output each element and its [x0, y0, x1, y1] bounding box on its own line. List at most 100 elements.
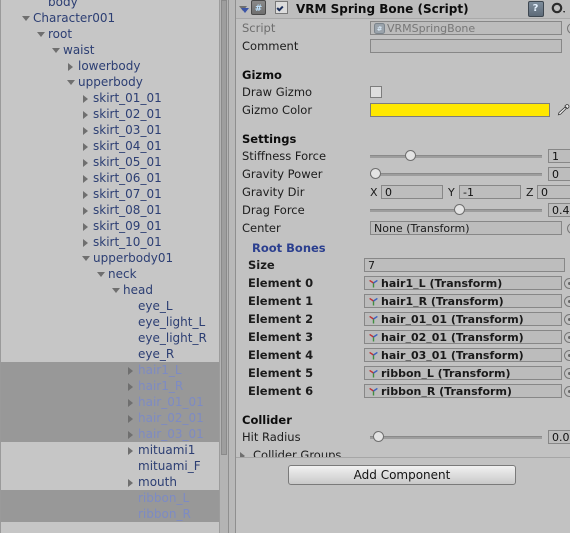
- triangle-right-icon[interactable]: [83, 95, 88, 103]
- comment-input[interactable]: [370, 39, 562, 53]
- triangle-right-icon[interactable]: [83, 207, 88, 215]
- foldout-closed-icon[interactable]: [82, 154, 93, 170]
- component-header[interactable]: VRM Spring Bone (Script): [236, 0, 570, 19]
- gravity-dir-x-input[interactable]: 0: [381, 185, 443, 199]
- foldout-closed-icon[interactable]: [82, 138, 93, 154]
- hierarchy-panel[interactable]: body Character001 root waist lowerbody upperb…: [0, 0, 228, 533]
- hierarchy-item-mouth[interactable]: mouth: [1, 474, 228, 490]
- hierarchy-item-head[interactable]: head: [1, 282, 228, 298]
- stiffness-force-value[interactable]: 1: [548, 149, 570, 163]
- slider-knob[interactable]: [405, 150, 417, 161]
- gear-icon[interactable]: [551, 1, 566, 15]
- slider-knob[interactable]: [453, 204, 465, 215]
- foldout-open-icon[interactable]: [82, 250, 93, 266]
- help-icon[interactable]: [527, 0, 544, 18]
- triangle-down-icon[interactable]: [97, 272, 105, 277]
- hit-radius-slider[interactable]: [370, 431, 542, 442]
- hierarchy-item-hair1_r[interactable]: hair1_R: [1, 378, 228, 394]
- center-object-field[interactable]: None (Transform): [370, 221, 562, 235]
- foldout-closed-icon[interactable]: [127, 410, 138, 426]
- element-object-picker[interactable]: [564, 332, 570, 343]
- hierarchy-item-skirt_10_01[interactable]: skirt_10_01: [1, 234, 228, 250]
- foldout-closed-icon[interactable]: [82, 90, 93, 106]
- hierarchy-item-skirt_09_01[interactable]: skirt_09_01: [1, 218, 228, 234]
- triangle-right-icon[interactable]: [83, 239, 88, 247]
- element-object-field[interactable]: hair1_R (Transform): [364, 294, 562, 308]
- triangle-right-icon[interactable]: [128, 415, 133, 423]
- triangle-right-icon[interactable]: [128, 367, 133, 375]
- foldout-closed-icon[interactable]: [127, 394, 138, 410]
- triangle-right-icon[interactable]: [83, 223, 88, 231]
- foldout-open-icon[interactable]: [97, 266, 108, 282]
- component-enabled-checkbox[interactable]: [274, 1, 288, 14]
- gravity-dir-z-input[interactable]: 0: [537, 185, 570, 199]
- gravity-power-slider[interactable]: [370, 168, 542, 179]
- triangle-right-icon[interactable]: [68, 63, 73, 71]
- triangle-down-icon[interactable]: [52, 48, 60, 53]
- triangle-down-icon[interactable]: [37, 32, 45, 37]
- foldout-closed-icon[interactable]: [67, 58, 78, 74]
- stiffness-force-slider[interactable]: [370, 150, 542, 161]
- triangle-right-icon[interactable]: [83, 175, 88, 183]
- hierarchy-item-ribbon_l[interactable]: ribbon_L: [1, 490, 228, 506]
- drag-force-value[interactable]: 0.4: [548, 203, 570, 217]
- element-object-field[interactable]: hair_01_01 (Transform): [364, 312, 562, 326]
- slider-knob[interactable]: [370, 168, 381, 179]
- slider-knob[interactable]: [373, 431, 385, 442]
- triangle-right-icon[interactable]: [83, 159, 88, 167]
- hierarchy-scrollbar-thumb[interactable]: [221, 0, 227, 455]
- foldout-closed-icon[interactable]: [82, 122, 93, 138]
- triangle-down-icon[interactable]: [82, 256, 90, 261]
- hierarchy-item-skirt_03_01[interactable]: skirt_03_01: [1, 122, 228, 138]
- foldout-open-icon[interactable]: [112, 282, 123, 298]
- hierarchy-item-eye_light_l[interactable]: eye_light_L: [1, 314, 228, 330]
- foldout-closed-icon[interactable]: [82, 106, 93, 122]
- foldout-open-icon[interactable]: [22, 10, 33, 26]
- hierarchy-item-mituami1[interactable]: mituami1: [1, 442, 228, 458]
- hierarchy-item-upperbody01[interactable]: upperbody01: [1, 250, 228, 266]
- triangle-right-icon[interactable]: [128, 479, 133, 487]
- hit-radius-value[interactable]: 0.02: [548, 430, 570, 444]
- foldout-closed-icon[interactable]: [127, 378, 138, 394]
- panel-splitter[interactable]: [228, 0, 236, 533]
- foldout-open-icon[interactable]: [37, 26, 48, 42]
- hierarchy-item-root[interactable]: root: [1, 26, 228, 42]
- triangle-down-icon[interactable]: [112, 288, 120, 293]
- triangle-down-icon[interactable]: [22, 16, 30, 21]
- hierarchy-item-eye_l[interactable]: eye_L: [1, 298, 228, 314]
- element-object-picker[interactable]: [564, 368, 570, 379]
- hierarchy-item-eye_light_r[interactable]: eye_light_R: [1, 330, 228, 346]
- hierarchy-item-lowerbody[interactable]: lowerbody: [1, 58, 228, 74]
- hierarchy-item-upperbody[interactable]: upperbody: [1, 74, 228, 90]
- element-object-picker[interactable]: [564, 296, 570, 307]
- gravity-power-value[interactable]: 0: [548, 167, 570, 181]
- element-object-picker[interactable]: [564, 386, 570, 397]
- element-object-field[interactable]: hair_03_01 (Transform): [364, 348, 562, 362]
- triangle-right-icon[interactable]: [83, 143, 88, 151]
- foldout-closed-icon[interactable]: [127, 442, 138, 458]
- hierarchy-item-skirt_06_01[interactable]: skirt_06_01: [1, 170, 228, 186]
- foldout-closed-icon[interactable]: [82, 234, 93, 250]
- hierarchy-item-skirt_01_01[interactable]: skirt_01_01: [1, 90, 228, 106]
- element-object-picker[interactable]: [564, 350, 570, 361]
- element-object-field[interactable]: ribbon_R (Transform): [364, 384, 562, 398]
- hierarchy-item-hair1_l[interactable]: hair1_L: [1, 362, 228, 378]
- eyedropper-icon[interactable]: [556, 103, 570, 117]
- foldout-open-icon[interactable]: [67, 74, 78, 90]
- hierarchy-item-hair_03_01[interactable]: hair_03_01: [1, 426, 228, 442]
- foldout-closed-icon[interactable]: [82, 186, 93, 202]
- triangle-right-icon[interactable]: [128, 431, 133, 439]
- hierarchy-item-character001[interactable]: Character001: [1, 10, 228, 26]
- hierarchy-item-skirt_08_01[interactable]: skirt_08_01: [1, 202, 228, 218]
- hierarchy-item-eye_r[interactable]: eye_R: [1, 346, 228, 362]
- draw-gizmo-checkbox[interactable]: [370, 86, 382, 98]
- hierarchy-item-waist[interactable]: waist: [1, 42, 228, 58]
- hierarchy-item-skirt_02_01[interactable]: skirt_02_01: [1, 106, 228, 122]
- foldout-closed-icon[interactable]: [127, 474, 138, 490]
- foldout-open-icon[interactable]: [52, 42, 63, 58]
- element-object-picker[interactable]: [564, 278, 570, 289]
- foldout-closed-icon[interactable]: [127, 426, 138, 442]
- root-bones-size-input[interactable]: 7: [364, 258, 565, 272]
- hierarchy-item-hair_02_01[interactable]: hair_02_01: [1, 410, 228, 426]
- hierarchy-item-skirt_04_01[interactable]: skirt_04_01: [1, 138, 228, 154]
